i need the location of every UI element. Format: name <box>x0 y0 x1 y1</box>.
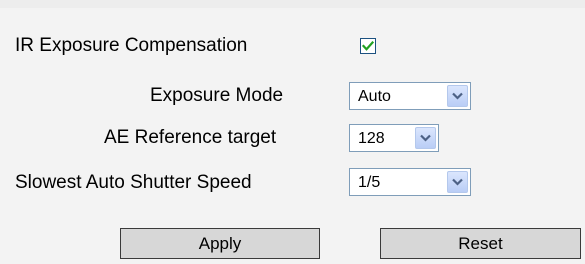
slowest-shutter-label: Slowest Auto Shutter Speed <box>15 172 252 193</box>
exposure-mode-select[interactable]: Auto <box>349 82 471 110</box>
top-strip <box>0 0 585 8</box>
apply-button[interactable]: Apply <box>120 228 320 259</box>
ir-compensation-label: IR Exposure Compensation <box>15 35 248 56</box>
ae-reference-label: AE Reference target <box>104 127 277 148</box>
ae-reference-value: 128 <box>358 130 385 147</box>
chevron-down-icon[interactable] <box>447 171 468 193</box>
exposure-mode-value: Auto <box>358 88 391 105</box>
slowest-shutter-value: 1/5 <box>358 174 381 191</box>
reset-button[interactable]: Reset <box>380 228 581 259</box>
chevron-down-icon[interactable] <box>447 85 468 107</box>
settings-panel: IR Exposure Compensation Exposure Mode A… <box>0 0 585 264</box>
exposure-mode-label: Exposure Mode <box>150 85 284 106</box>
ir-compensation-checkbox[interactable] <box>360 38 376 54</box>
checkmark-icon <box>362 40 374 51</box>
chevron-down-icon[interactable] <box>415 127 436 149</box>
ae-reference-select[interactable]: 128 <box>349 124 439 152</box>
slowest-shutter-select[interactable]: 1/5 <box>349 168 471 196</box>
